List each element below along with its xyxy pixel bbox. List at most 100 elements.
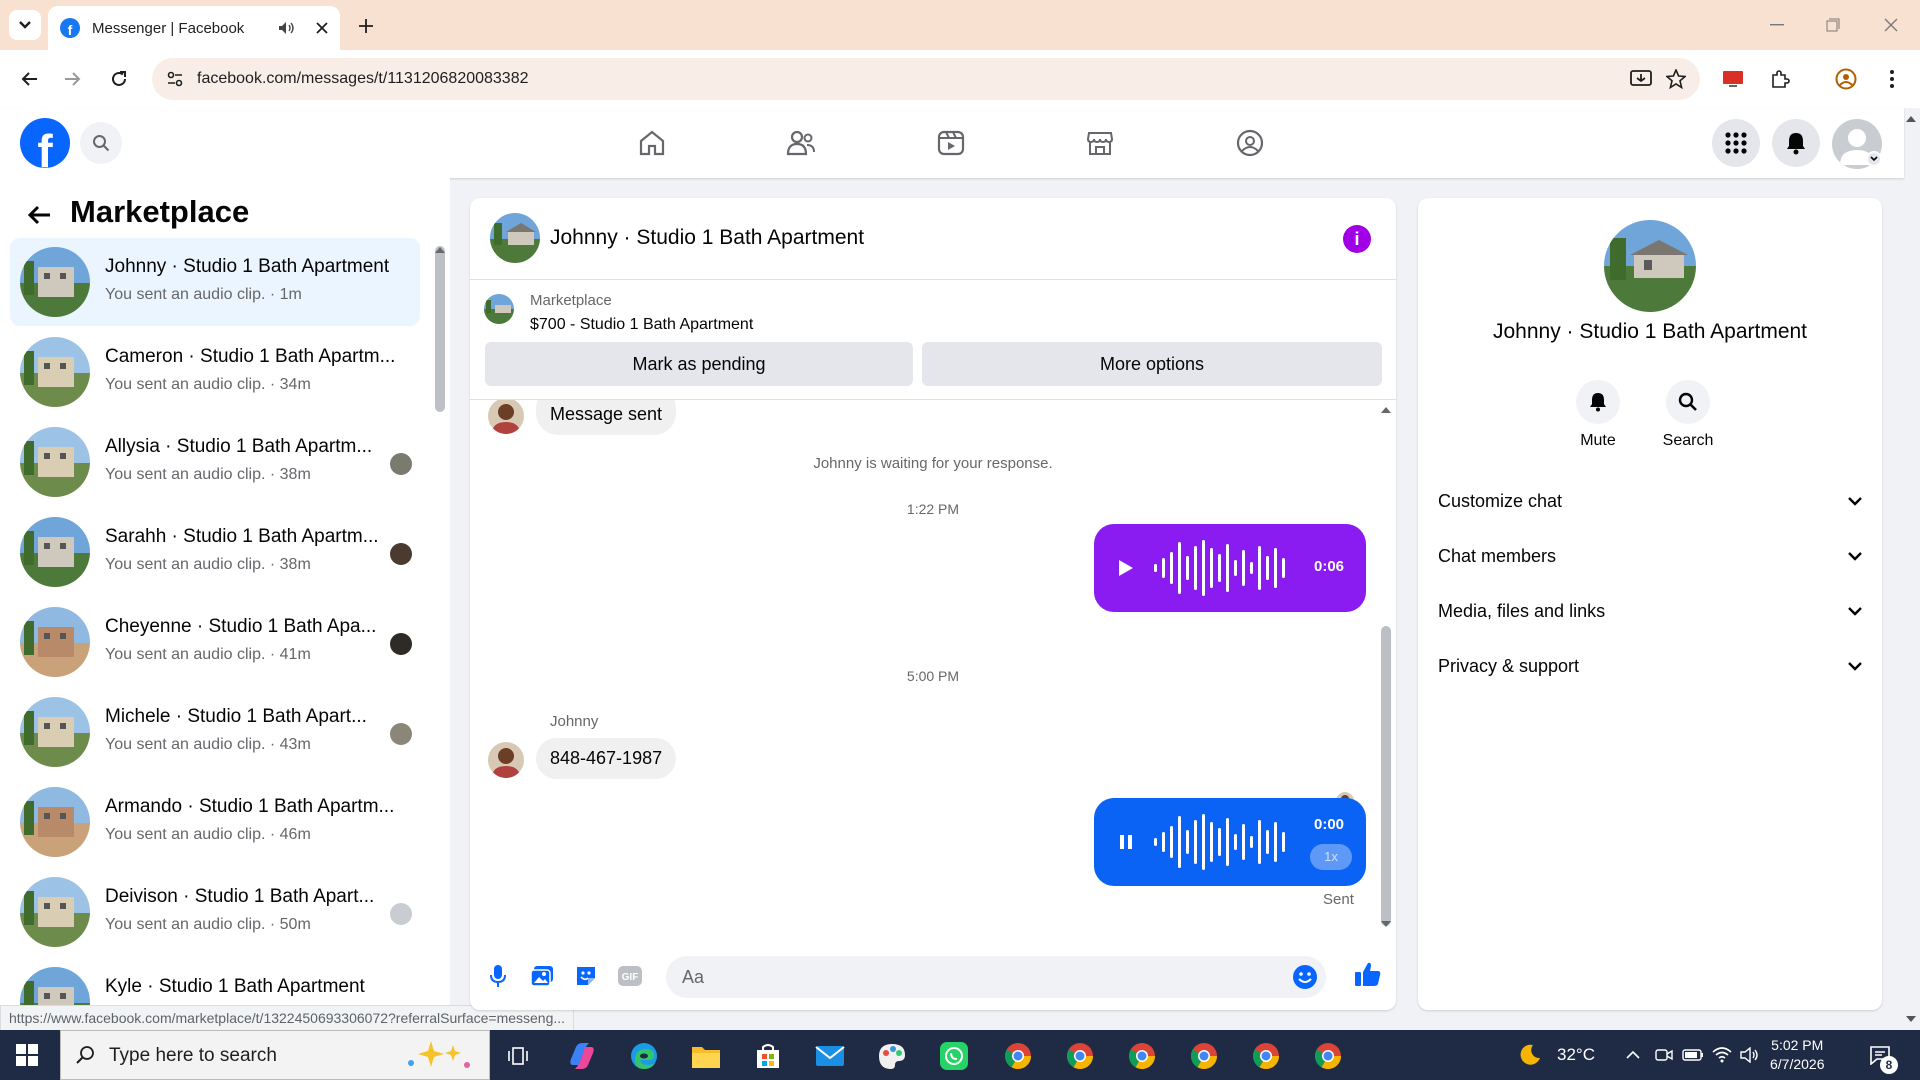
mark-as-pending-button[interactable]: Mark as pending [485,342,913,386]
conversation-item[interactable]: Allysia · Studio 1 Bath Apartm... You sen… [10,418,420,506]
listing-thumbnail[interactable] [484,294,514,324]
search-highlight-icon[interactable] [401,1037,481,1075]
listing-avatar[interactable] [1604,220,1696,312]
speaker-icon[interactable] [278,21,294,35]
mute-button[interactable]: Mute [1558,380,1638,450]
scroll-up-icon[interactable] [434,246,446,254]
meet-now-icon[interactable] [1654,1045,1674,1065]
chrome-profile-icon[interactable] [1310,1038,1346,1074]
waveform-icon[interactable] [1152,538,1292,598]
johnny-avatar[interactable] [488,400,524,434]
conversation-item[interactable]: Deivison · Studio 1 Bath Apart... You sen… [10,868,420,956]
reload-icon[interactable] [104,64,134,94]
sticker-icon[interactable] [572,962,600,990]
wifi-icon[interactable] [1712,1045,1732,1065]
chrome-profile-icon[interactable] [1062,1038,1098,1074]
volume-icon[interactable] [1740,1045,1760,1065]
profile-icon[interactable] [1831,64,1861,94]
waveform-icon[interactable] [1152,812,1292,872]
whatsapp-icon[interactable] [936,1038,972,1074]
facebook-logo-icon[interactable]: f [20,118,70,168]
task-view-icon[interactable] [500,1038,536,1074]
play-icon[interactable] [1112,554,1140,582]
windows-start-icon[interactable] [16,1044,38,1066]
media-files-links-row[interactable]: Media, files and links [1438,589,1862,633]
minimize-window-icon[interactable] [1762,12,1792,38]
gif-icon[interactable]: GIF [616,962,644,990]
conversation-info-icon[interactable]: i [1343,225,1371,253]
message-bubble[interactable]: 848-467-1987 [536,738,677,779]
microsoft-store-icon[interactable] [750,1038,786,1074]
back-arrow-icon[interactable] [24,200,54,230]
microphone-icon[interactable] [484,962,512,990]
extensions-puzzle-icon[interactable] [1765,64,1795,94]
new-tab-icon[interactable] [352,12,380,40]
battery-icon[interactable] [1682,1045,1704,1065]
close-tab-icon[interactable] [316,22,328,34]
pause-icon[interactable] [1112,828,1140,856]
back-icon[interactable] [14,64,44,94]
sidebar-scrollbar[interactable] [435,246,445,412]
message-input[interactable]: Aa [666,956,1326,998]
bookmark-star-icon[interactable] [1666,69,1686,89]
scroll-up-icon[interactable] [1380,406,1392,414]
conversation-item[interactable]: Michele · Studio 1 Bath Apart... You sent… [10,688,420,776]
playback-speed-button[interactable]: 1x [1310,844,1352,870]
copilot-icon[interactable] [564,1038,600,1074]
weather-temperature[interactable]: 32°C [1557,1045,1595,1065]
search-in-conversation-button[interactable]: Search [1648,380,1728,450]
emoji-icon[interactable] [1292,964,1318,990]
mute-bell-icon[interactable] [1576,380,1620,424]
chat-title[interactable]: Johnny · Studio 1 Bath Apartment [550,226,864,250]
weather-moon-icon[interactable] [1517,1042,1543,1068]
forward-icon[interactable] [58,64,88,94]
chat-listing-thumbnail[interactable] [490,213,540,263]
mail-icon[interactable] [812,1038,848,1074]
tab-search-dropdown-icon[interactable] [9,10,41,40]
browser-menu-icon[interactable] [1877,64,1907,94]
customize-chat-row[interactable]: Customize chat [1438,479,1862,523]
friends-icon[interactable] [781,123,821,163]
scroll-down-icon[interactable] [1380,920,1392,928]
chrome-profile-icon[interactable] [1124,1038,1160,1074]
chat-scrollbar[interactable] [1381,626,1391,926]
like-thumbs-up-icon[interactable] [1354,960,1382,988]
site-settings-icon[interactable] [166,70,184,88]
listing-title[interactable]: $700 - Studio 1 Bath Apartment [530,316,753,334]
audio-message[interactable]: 0:00 1x [1094,798,1366,886]
tray-chevron-up-icon[interactable] [1624,1046,1642,1064]
restore-window-icon[interactable] [1818,12,1848,38]
johnny-avatar[interactable] [488,742,524,778]
extension-screen-icon[interactable] [1718,64,1748,94]
account-chevron-icon[interactable] [1866,151,1882,167]
close-window-icon[interactable] [1876,12,1906,38]
chrome-profile-icon[interactable] [1248,1038,1284,1074]
notifications-bell-icon[interactable] [1772,119,1820,167]
photo-attach-icon[interactable] [528,962,556,990]
paint-icon[interactable] [874,1038,910,1074]
taskbar-search-box[interactable]: Type here to search [60,1030,490,1080]
marketplace-icon[interactable] [1080,123,1120,163]
conversation-item[interactable]: Cameron · Studio 1 Bath Apartm... You sen… [10,328,420,416]
conversation-item[interactable]: Cheyenne · Studio 1 Bath Apa... You sent … [10,598,420,686]
watch-video-icon[interactable] [931,123,971,163]
install-app-icon[interactable] [1630,69,1652,89]
chrome-profile-icon[interactable] [1000,1038,1036,1074]
gaming-icon[interactable] [1230,123,1270,163]
file-explorer-icon[interactable] [688,1038,724,1074]
browser-tab[interactable]: f Messenger | Facebook [48,6,340,50]
page-scroll-up-icon[interactable] [1905,114,1917,124]
message-bubble[interactable]: Message sent [536,400,677,435]
search-icon[interactable] [1666,380,1710,424]
conversation-item[interactable]: Johnny · Studio 1 Bath Apartment You sent… [10,238,420,326]
address-bar[interactable]: facebook.com/messages/t/1131206820083382 [152,58,1700,100]
menu-grid-icon[interactable] [1712,119,1760,167]
clock[interactable]: 5:02 PM 6/7/2026 [1770,1036,1825,1074]
conversation-item[interactable]: Sarahh · Studio 1 Bath Apartm... You sent… [10,508,420,596]
search-icon[interactable] [80,122,122,164]
edge-browser-icon[interactable] [626,1038,662,1074]
home-icon[interactable] [632,123,672,163]
conversation-item[interactable]: Armando · Studio 1 Bath Apartm... You sen… [10,778,420,866]
audio-message[interactable]: 0:06 [1094,524,1366,612]
page-scroll-down-icon[interactable] [1905,1014,1917,1024]
